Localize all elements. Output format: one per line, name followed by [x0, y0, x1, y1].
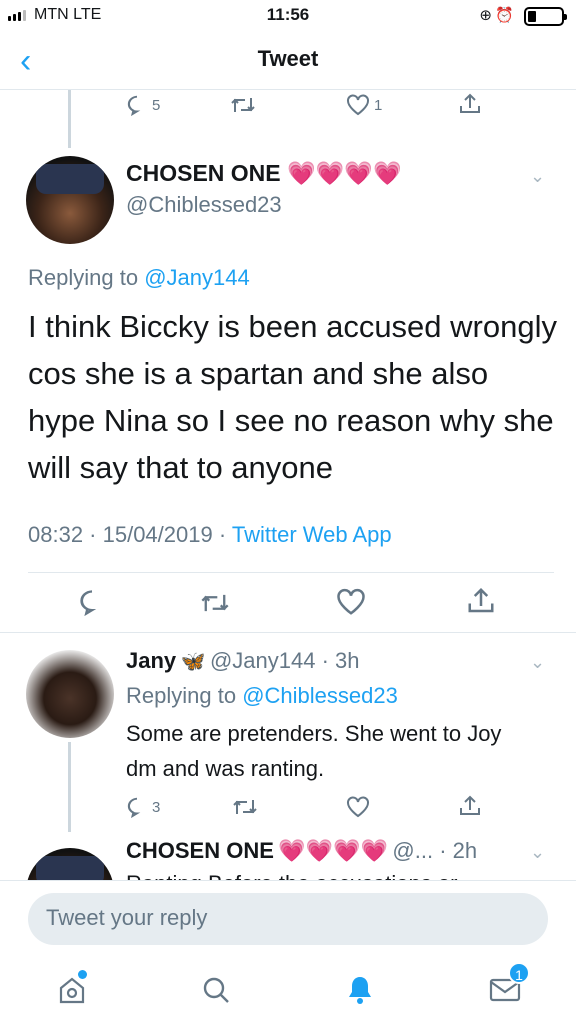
- author-handle-time: @Jany144 · 3h: [209, 648, 360, 673]
- share-button[interactable]: [458, 794, 482, 818]
- reply-count: 3: [152, 798, 161, 816]
- replying-to: Replying to @Chiblessed23: [126, 683, 398, 708]
- share-icon: [460, 93, 480, 113]
- reply-icon: [127, 95, 141, 116]
- author-name[interactable]: CHOSEN ONE 💗💗💗💗: [126, 160, 402, 187]
- reply-button[interactable]: 3: [126, 796, 160, 818]
- pink-heart-emojis: 💗💗💗💗: [287, 160, 402, 186]
- rotation-lock-icon: ⊕: [479, 7, 492, 24]
- tab-search[interactable]: [200, 974, 232, 1011]
- author-name[interactable]: Jany: [126, 648, 176, 673]
- author-handle-time: @... · 2h: [392, 838, 478, 863]
- tweet-timestamp: 08:32 · 15/04/2019 · Twitter Web App: [28, 522, 392, 547]
- replying-to-link[interactable]: @Chiblessed23: [242, 683, 398, 708]
- main-share-button[interactable]: [466, 586, 496, 616]
- main-like-button[interactable]: [336, 588, 366, 616]
- reply-header: Jany 🦋 @Jany144 · 3h: [126, 648, 360, 674]
- reply-button[interactable]: 5: [126, 94, 160, 116]
- alarm-icon: ⏰: [495, 7, 514, 24]
- main-retweet-button[interactable]: [200, 590, 230, 616]
- tab-bar: 1: [0, 958, 576, 1024]
- tab-notifications[interactable]: [344, 974, 376, 1011]
- status-bar: MTN LTE 11:56 ⊕ ⏰: [0, 0, 576, 34]
- tweet-text: I think Biccky is been accused wrongly c…: [28, 309, 557, 485]
- chevron-down-icon[interactable]: ⌄: [530, 166, 545, 187]
- heart-icon: [347, 796, 369, 818]
- like-button[interactable]: [346, 796, 370, 818]
- nav-bar: ‹ Tweet: [0, 34, 576, 90]
- retweet-icon: [201, 594, 229, 612]
- like-button[interactable]: 1: [346, 94, 382, 116]
- share-icon: [468, 587, 494, 613]
- heart-icon: [347, 94, 369, 116]
- main-reply-button[interactable]: [78, 588, 106, 616]
- retweet-icon: [231, 98, 255, 112]
- reply-count: 5: [152, 96, 161, 114]
- battery-icon: [524, 7, 567, 26]
- pink-heart-emojis: 💗💗💗💗: [278, 838, 388, 863]
- replying-to: Replying to @Jany144: [28, 265, 250, 290]
- tweet-source-link[interactable]: Twitter Web App: [232, 522, 392, 547]
- reply-icon: [80, 590, 97, 616]
- avatar[interactable]: [26, 650, 114, 738]
- retweet-button[interactable]: [232, 796, 258, 818]
- heart-icon: [337, 588, 365, 615]
- tab-messages[interactable]: 1: [488, 962, 530, 1009]
- reply-icon: [127, 797, 141, 818]
- reply-input[interactable]: Tweet your reply: [28, 893, 548, 945]
- chevron-down-icon[interactable]: ⌄: [530, 842, 545, 863]
- new-content-dot: [78, 970, 87, 979]
- bell-icon: [349, 977, 371, 1004]
- divider: [28, 572, 554, 573]
- reply-text: Some are pretenders. She went to Joy dm …: [126, 721, 502, 781]
- search-icon: [203, 977, 229, 1003]
- avatar[interactable]: [26, 156, 114, 244]
- author-name[interactable]: CHOSEN ONE: [126, 838, 274, 863]
- butterfly-emoji: 🦋: [180, 651, 206, 673]
- reply-text: Ranting Before the accusations or: [126, 866, 546, 880]
- messages-badge: 1: [508, 962, 530, 984]
- thread-line: [68, 742, 71, 832]
- share-button[interactable]: [458, 92, 482, 116]
- retweet-icon: [233, 800, 257, 814]
- replying-to-link[interactable]: @Jany144: [144, 265, 250, 290]
- page-title: Tweet: [257, 46, 319, 71]
- like-count: 1: [374, 96, 383, 114]
- retweet-button[interactable]: [230, 94, 256, 116]
- share-icon: [460, 795, 480, 815]
- tab-home[interactable]: [56, 970, 88, 1011]
- divider: [0, 632, 576, 633]
- reply-header: CHOSEN ONE 💗💗💗💗 @... · 2h: [126, 838, 477, 864]
- thread-line: [68, 90, 71, 148]
- author-handle[interactable]: @Chiblessed23: [126, 192, 282, 218]
- chevron-down-icon[interactable]: ⌄: [530, 652, 545, 673]
